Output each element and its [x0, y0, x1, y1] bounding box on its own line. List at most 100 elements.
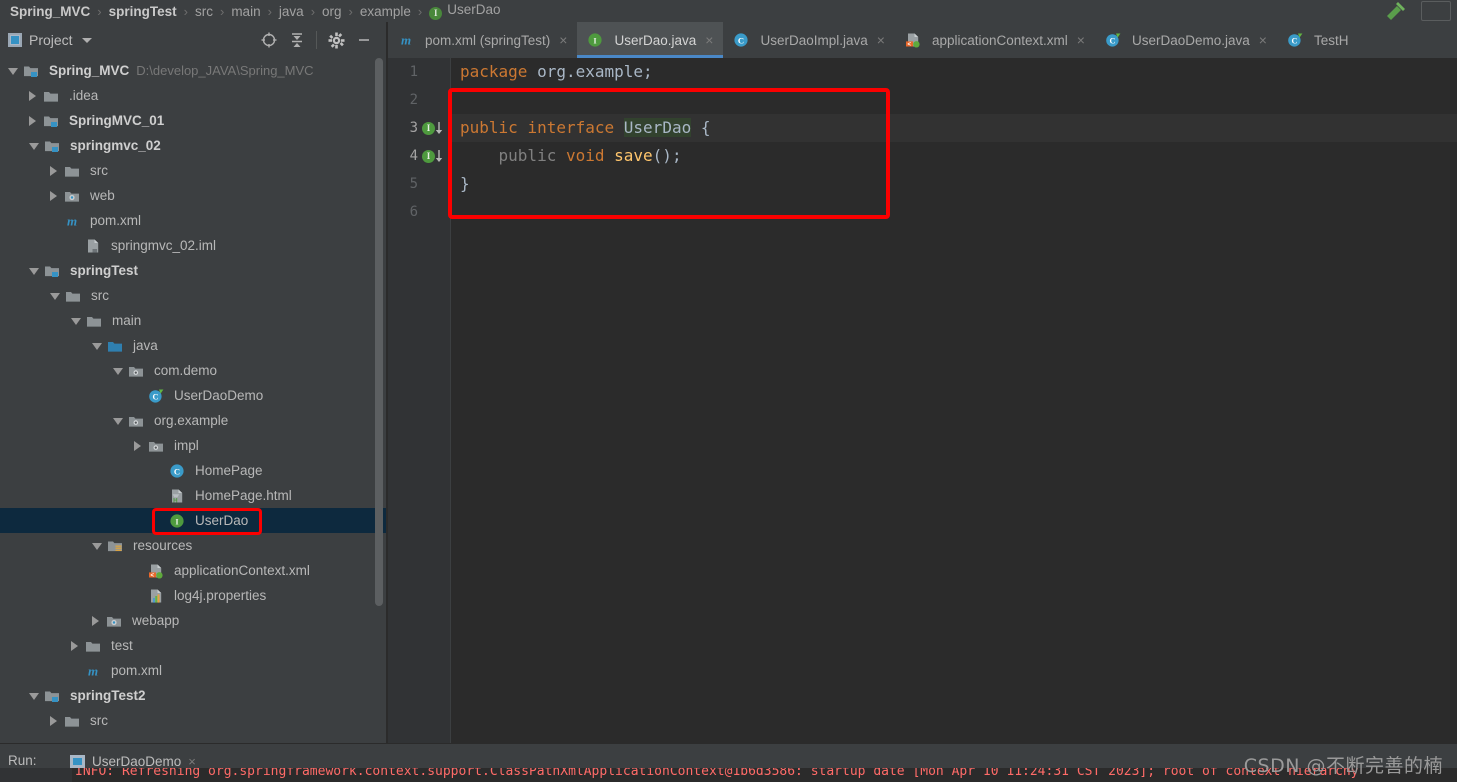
editor-tab-applicationcontext-xml[interactable]: < applicationContext.xml × — [895, 22, 1095, 58]
gutter-line-6[interactable]: 6 — [388, 198, 450, 226]
tree-item-src[interactable]: src — [0, 708, 386, 733]
editor-gutter[interactable]: 123I4I56 — [388, 58, 450, 743]
tab-label: UserDao.java — [614, 32, 697, 48]
breadcrumb-item-springtest[interactable]: springTest — [109, 4, 177, 19]
breadcrumb-item-main[interactable]: main — [231, 4, 260, 19]
chevron-expanded-icon[interactable] — [92, 543, 102, 550]
tree-item-applicationcontext-xml[interactable]: < applicationContext.xml — [0, 558, 386, 583]
chevron-expanded-icon[interactable] — [113, 368, 123, 375]
breadcrumb-item-src[interactable]: src — [195, 4, 213, 19]
locate-icon[interactable] — [255, 26, 283, 54]
collapse-all-icon[interactable] — [283, 26, 311, 54]
tree-item-log4j-properties[interactable]: log4j.properties — [0, 583, 386, 608]
breadcrumb-item-org[interactable]: org — [322, 4, 342, 19]
tree-item-label: src — [91, 288, 109, 303]
tab-close-icon[interactable]: × — [705, 32, 713, 48]
tree-scrollbar[interactable] — [375, 58, 383, 606]
editor-tab-userdaoimpl-java[interactable]: C UserDaoImpl.java × — [723, 22, 894, 58]
search-everywhere-box[interactable] — [1421, 1, 1451, 21]
tree-item-resources[interactable]: resources — [0, 533, 386, 558]
tree-item-impl[interactable]: impl — [0, 433, 386, 458]
tab-icon: I — [587, 32, 608, 48]
console-output[interactable]: INFO: Refreshing org.springframework.con… — [0, 768, 1457, 782]
svg-text:C: C — [738, 35, 744, 45]
chevron-expanded-icon[interactable] — [71, 318, 81, 325]
tree-item-src[interactable]: src — [0, 283, 386, 308]
tree-item-webapp[interactable]: webapp — [0, 608, 386, 633]
project-tree[interactable]: Spring_MVC D:\develop_JAVA\Spring_MVC .ide… — [0, 58, 386, 743]
gutter-line-4[interactable]: 4I — [388, 142, 450, 170]
code-content[interactable]: package org.example; public interface Us… — [451, 58, 1457, 743]
breadcrumb-item-java[interactable]: java — [279, 4, 304, 19]
tree-item--idea[interactable]: .idea — [0, 83, 386, 108]
chevron-collapsed-icon[interactable] — [50, 715, 57, 726]
tree-item-homepage-html[interactable]: H HomePage.html — [0, 483, 386, 508]
tree-item-springmvc-02-iml[interactable]: springmvc_02.iml — [0, 233, 386, 258]
chevron-collapsed-icon[interactable] — [29, 90, 36, 101]
gutter-line-3[interactable]: 3I — [388, 114, 450, 142]
gutter-line-1[interactable]: 1 — [388, 58, 450, 86]
chevron-collapsed-icon[interactable] — [92, 615, 99, 626]
chevron-expanded-icon[interactable] — [50, 293, 60, 300]
tree-item-web[interactable]: web — [0, 183, 386, 208]
chevron-expanded-icon[interactable] — [29, 143, 39, 150]
line-number: 3 — [409, 120, 418, 136]
tree-item-label: test — [111, 638, 133, 653]
tree-item-homepage[interactable]: C HomePage — [0, 458, 386, 483]
tree-item-spring-mvc[interactable]: Spring_MVC D:\develop_JAVA\Spring_MVC — [0, 58, 386, 83]
editor-tab-userdao-java[interactable]: I UserDao.java × — [577, 22, 724, 58]
chevron-expanded-icon[interactable] — [8, 68, 18, 75]
tree-item-java[interactable]: java — [0, 333, 386, 358]
tree-item-pom-xml[interactable]: m pom.xml — [0, 658, 386, 683]
tree-item-springtest[interactable]: springTest — [0, 258, 386, 283]
chevron-collapsed-icon[interactable] — [71, 640, 78, 651]
breadcrumb-item-userdao[interactable]: I UserDao — [429, 2, 501, 20]
editor-tab-bar[interactable]: m pom.xml (springTest) × I UserDao.java × C Use… — [388, 22, 1457, 58]
svg-text:I: I — [175, 517, 178, 526]
chevron-down-icon[interactable] — [81, 37, 92, 43]
close-icon[interactable]: × — [188, 754, 196, 769]
tree-item-icon — [85, 238, 106, 254]
chevron-expanded-icon[interactable] — [29, 693, 39, 700]
project-title-group[interactable]: Project — [0, 32, 92, 48]
editor-tab-testh[interactable]: C TestH — [1277, 22, 1359, 58]
breadcrumb-item-spring-mvc[interactable]: Spring_MVC — [10, 4, 90, 19]
tree-item-test[interactable]: test — [0, 633, 386, 658]
chevron-collapsed-icon[interactable] — [50, 190, 57, 201]
tree-item-userdao[interactable]: I UserDao — [0, 508, 386, 533]
gutter-marker-slot[interactable]: I — [418, 149, 446, 164]
chevron-expanded-icon[interactable] — [29, 268, 39, 275]
tree-item-springmvc-02[interactable]: springmvc_02 — [0, 133, 386, 158]
tab-close-icon[interactable]: × — [877, 32, 885, 48]
editor-tab-pom-xml-springtest-[interactable]: m pom.xml (springTest) × — [388, 22, 577, 58]
settings-gear-icon[interactable] — [322, 26, 350, 54]
tree-item-icon — [107, 538, 128, 554]
tree-item-springmvc-01[interactable]: SpringMVC_01 — [0, 108, 386, 133]
gutter-marker-slot[interactable]: I — [418, 121, 446, 136]
tree-item-userdaodemo[interactable]: C UserDaoDemo — [0, 383, 386, 408]
gutter-line-5[interactable]: 5 — [388, 170, 450, 198]
breadcrumb-item-example[interactable]: example — [360, 4, 411, 19]
tree-item-pom-xml[interactable]: m pom.xml — [0, 208, 386, 233]
console-error-text: INFO: Refreshing org.springframework.con… — [75, 768, 1359, 779]
chevron-collapsed-icon[interactable] — [134, 440, 141, 451]
project-panel-label: Project — [29, 32, 73, 48]
tab-close-icon[interactable]: × — [1077, 32, 1085, 48]
tree-item-com-demo[interactable]: com.demo — [0, 358, 386, 383]
gutter-line-2[interactable]: 2 — [388, 86, 450, 114]
tree-item-src[interactable]: src — [0, 158, 386, 183]
chevron-collapsed-icon[interactable] — [29, 115, 36, 126]
tree-item-springtest2[interactable]: springTest2 — [0, 683, 386, 708]
hide-panel-icon[interactable] — [350, 26, 378, 54]
tree-item-label: src — [90, 713, 108, 728]
chevron-collapsed-icon[interactable] — [50, 165, 57, 176]
chevron-expanded-icon[interactable] — [113, 418, 123, 425]
tab-close-icon[interactable]: × — [559, 32, 567, 48]
code-editor[interactable]: 123I4I56 package org.example; public int… — [388, 58, 1457, 743]
hammer-icon[interactable] — [1383, 2, 1409, 20]
editor-tab-userdaodemo-java[interactable]: C UserDaoDemo.java × — [1095, 22, 1277, 58]
tree-item-org-example[interactable]: org.example — [0, 408, 386, 433]
chevron-expanded-icon[interactable] — [92, 343, 102, 350]
tree-item-main[interactable]: main — [0, 308, 386, 333]
tab-close-icon[interactable]: × — [1259, 32, 1267, 48]
